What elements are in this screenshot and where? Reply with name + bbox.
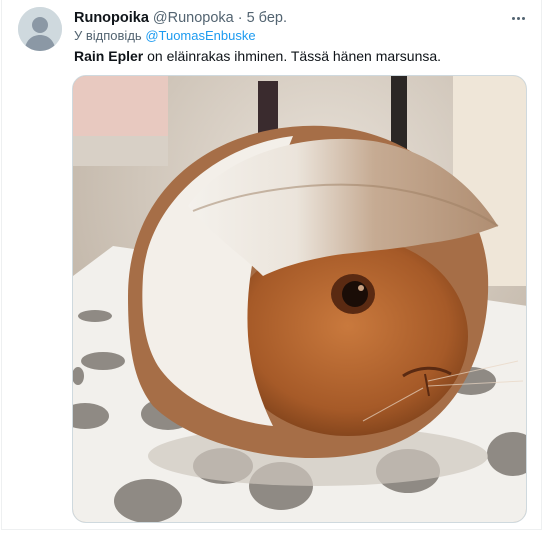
reply-to-link[interactable]: @TuomasEnbuske xyxy=(145,28,255,43)
tweet-header: Runopoika @Runopoka · 5 бер. xyxy=(74,8,287,28)
reply-prefix: У відповідь xyxy=(74,28,142,43)
tweet-text: Rain Epler on eläinrakas ihminen. Tässä … xyxy=(74,48,441,64)
reply-context: У відповідь @TuomasEnbuske xyxy=(74,28,256,43)
more-options-button[interactable] xyxy=(508,10,528,26)
display-name[interactable]: Runopoika xyxy=(74,10,149,26)
more-horizontal-icon xyxy=(521,16,525,20)
guinea-pig-photo xyxy=(73,76,526,522)
text-body: on eläinrakas ihminen. Tässä hänen marsu… xyxy=(143,48,442,64)
more-horizontal-icon xyxy=(516,16,520,20)
timestamp[interactable]: 5 бер. xyxy=(247,10,287,26)
separator-dot: · xyxy=(237,10,243,26)
avatar[interactable] xyxy=(18,7,62,51)
user-handle[interactable]: @Runopoka xyxy=(153,10,234,26)
default-avatar-icon xyxy=(18,7,62,51)
more-horizontal-icon xyxy=(511,16,515,20)
text-mention: Rain Epler xyxy=(74,48,144,64)
tweet-photo[interactable] xyxy=(72,75,527,523)
